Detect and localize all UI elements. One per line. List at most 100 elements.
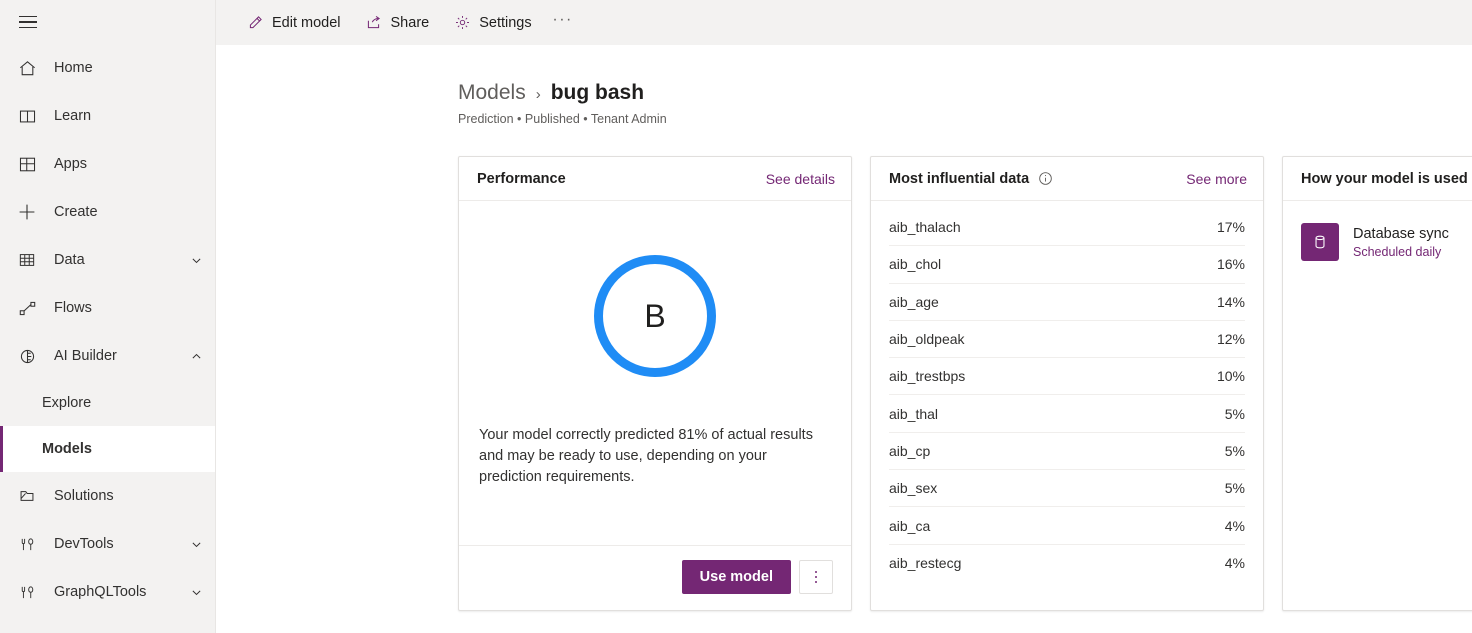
- feature-name: aib_chol: [889, 256, 941, 272]
- performance-card-footer: Use model: [459, 545, 851, 610]
- see-details-link[interactable]: See details: [766, 171, 835, 187]
- see-more-link[interactable]: See more: [1186, 171, 1247, 187]
- feature-value: 16%: [1217, 256, 1245, 272]
- list-item[interactable]: aib_sex 5%: [889, 470, 1245, 507]
- tools-icon: [16, 581, 38, 603]
- pencil-icon: [246, 14, 264, 32]
- overflow-menu-icon[interactable]: ···: [546, 7, 580, 39]
- usage-card-body: Database sync Scheduled daily: [1283, 201, 1472, 283]
- feature-value: 4%: [1225, 555, 1245, 571]
- list-item[interactable]: aib_ca 4%: [889, 507, 1245, 544]
- apps-grid-icon: [16, 153, 38, 175]
- performance-grade-badge: B: [594, 255, 716, 377]
- plus-icon: [16, 201, 38, 223]
- feature-name: aib_trestbps: [889, 368, 965, 384]
- influential-data-list: aib_thalach 17% aib_chol 16% aib_age 14%: [871, 201, 1263, 582]
- gear-icon: [453, 14, 471, 32]
- feature-name: aib_thalach: [889, 219, 961, 235]
- feature-name: aib_thal: [889, 406, 938, 422]
- home-icon: [16, 57, 38, 79]
- sidebar-item-label: Home: [54, 60, 203, 76]
- use-model-button[interactable]: Use model: [682, 560, 791, 594]
- sidebar-item-home[interactable]: Home: [0, 44, 215, 92]
- sidebar-item-learn[interactable]: Learn: [0, 92, 215, 140]
- breadcrumb-models-link[interactable]: Models: [458, 81, 526, 105]
- influential-card-title: Most influential data: [889, 171, 1029, 187]
- usage-card-title: How your model is used: [1301, 171, 1468, 187]
- feature-value: 12%: [1217, 331, 1245, 347]
- share-icon: [365, 14, 383, 32]
- list-item[interactable]: aib_oldpeak 12%: [889, 321, 1245, 358]
- edit-model-button[interactable]: Edit model: [236, 7, 351, 39]
- table-icon: [16, 249, 38, 271]
- chevron-up-icon: [189, 349, 203, 363]
- settings-label: Settings: [479, 15, 531, 31]
- feature-value: 5%: [1225, 443, 1245, 459]
- feature-value: 5%: [1225, 406, 1245, 422]
- settings-button[interactable]: Settings: [443, 7, 541, 39]
- book-icon: [16, 105, 38, 127]
- influential-card-header: Most influential data See more: [871, 157, 1263, 201]
- influential-data-card: Most influential data See more aib_thala…: [870, 156, 1264, 611]
- sidebar-item-label: Data: [54, 252, 189, 268]
- sidebar-item-explore[interactable]: Explore: [0, 380, 215, 426]
- sidebar-item-devtools[interactable]: DevTools: [0, 520, 215, 568]
- feature-name: aib_restecg: [889, 555, 961, 571]
- sidebar-item-label: Apps: [54, 156, 203, 172]
- ai-brain-icon: [16, 345, 38, 367]
- sidebar-item-label: GraphQLTools: [54, 584, 189, 600]
- model-metadata: Prediction • Published • Tenant Admin: [458, 112, 1472, 126]
- sidebar-item-data[interactable]: Data: [0, 236, 215, 284]
- feature-name: aib_sex: [889, 480, 937, 496]
- feature-value: 14%: [1217, 294, 1245, 310]
- sidebar-item-label: DevTools: [54, 536, 189, 552]
- performance-card-title: Performance: [477, 171, 566, 187]
- performance-card-body: B Your model correctly predicted 81% of …: [459, 201, 851, 545]
- performance-card: Performance See details B Your model cor…: [458, 156, 852, 611]
- sidebar-item-models[interactable]: Models: [0, 426, 215, 472]
- list-item[interactable]: aib_restecg 4%: [889, 545, 1245, 582]
- list-item[interactable]: aib_trestbps 10%: [889, 358, 1245, 395]
- grade-wrapper: B: [477, 255, 833, 377]
- hamburger-icon[interactable]: [4, 0, 52, 44]
- share-button[interactable]: Share: [355, 7, 440, 39]
- sidebar: Home Learn Apps: [0, 0, 216, 633]
- sidebar-item-label: Solutions: [54, 488, 203, 504]
- sidebar-item-apps[interactable]: Apps: [0, 140, 215, 188]
- sidebar-item-solutions[interactable]: Solutions: [0, 472, 215, 520]
- content-area: Models › bug bash Prediction • Published…: [216, 45, 1472, 611]
- share-label: Share: [391, 15, 430, 31]
- sidebar-item-ai-builder[interactable]: AI Builder: [0, 332, 215, 380]
- info-circle-icon[interactable]: [1037, 171, 1053, 187]
- usage-item-text: Database sync Scheduled daily: [1353, 226, 1449, 259]
- list-item[interactable]: aib_thalach 17%: [889, 209, 1245, 246]
- feature-name: aib_age: [889, 294, 939, 310]
- list-item[interactable]: aib_cp 5%: [889, 433, 1245, 470]
- sidebar-item-graphqltools[interactable]: GraphQLTools: [0, 568, 215, 616]
- performance-description: Your model correctly predicted 81% of ac…: [477, 425, 833, 488]
- sidebar-subitem-label: Explore: [42, 395, 91, 411]
- performance-card-header: Performance See details: [459, 157, 851, 201]
- solutions-icon: [16, 485, 38, 507]
- command-bar: Edit model Share Setti: [216, 0, 1472, 45]
- chevron-down-icon: [189, 585, 203, 599]
- feature-name: aib_oldpeak: [889, 331, 965, 347]
- feature-name: aib_ca: [889, 518, 930, 534]
- list-item[interactable]: aib_age 14%: [889, 284, 1245, 321]
- list-item[interactable]: aib_chol 16%: [889, 246, 1245, 283]
- sidebar-item-label: Create: [54, 204, 203, 220]
- sidebar-subitem-label: Models: [42, 441, 92, 457]
- sidebar-item-flows[interactable]: Flows: [0, 284, 215, 332]
- sidebar-item-create[interactable]: Create: [0, 188, 215, 236]
- sidebar-item-label: Flows: [54, 300, 203, 316]
- cards-row: Performance See details B Your model cor…: [458, 156, 1472, 611]
- feature-value: 10%: [1217, 368, 1245, 384]
- tools-icon: [16, 533, 38, 555]
- app-root: Home Learn Apps: [0, 0, 1472, 633]
- feature-name: aib_cp: [889, 443, 930, 459]
- feature-value: 4%: [1225, 518, 1245, 534]
- list-item[interactable]: aib_thal 5%: [889, 395, 1245, 432]
- flow-icon: [16, 297, 38, 319]
- usage-item-database-sync[interactable]: Database sync Scheduled daily: [1301, 223, 1472, 261]
- more-options-button[interactable]: [799, 560, 833, 594]
